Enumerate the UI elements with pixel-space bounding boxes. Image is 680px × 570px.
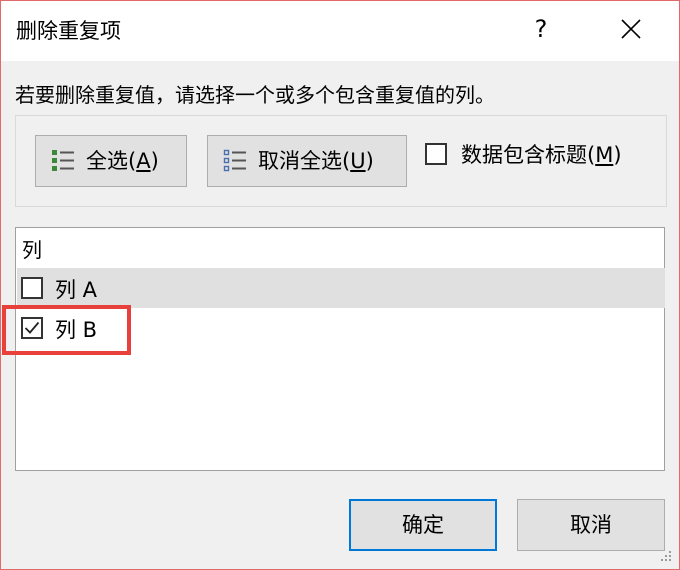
list-header: 列 <box>22 238 42 262</box>
annotation-highlight-box <box>2 305 131 355</box>
column-a-label: 列 A <box>55 278 98 302</box>
title-bar: 删除重复项 ? <box>1 1 679 61</box>
ok-button[interactable]: 确定 <box>349 499 497 551</box>
remove-duplicates-dialog: 删除重复项 ? 若要删除重复值，请选择一个或多个包含重复值的列。 全选(A) 取… <box>0 0 680 570</box>
help-button[interactable]: ? <box>521 7 561 51</box>
list-item-column-a[interactable]: 列 A <box>17 268 665 308</box>
close-button[interactable] <box>607 7 655 51</box>
select-all-icon <box>52 150 74 171</box>
instruction-text: 若要删除重复值，请选择一个或多个包含重复值的列。 <box>15 83 495 107</box>
select-all-label: 全选(A) <box>86 149 159 173</box>
cancel-button[interactable]: 取消 <box>517 499 665 551</box>
has-headers-checkbox-box[interactable] <box>425 143 447 165</box>
unselect-all-label: 取消全选(U) <box>258 149 374 173</box>
resize-grip-icon[interactable] <box>659 549 673 563</box>
select-all-button[interactable]: 全选(A) <box>35 135 187 187</box>
unselect-all-icon <box>223 149 246 172</box>
close-icon <box>621 19 641 39</box>
help-icon: ? <box>534 15 548 43</box>
has-headers-label: 数据包含标题(M) <box>461 143 622 167</box>
dialog-title: 删除重复项 <box>16 19 121 43</box>
column-a-checkbox[interactable] <box>21 277 43 299</box>
unselect-all-button[interactable]: 取消全选(U) <box>207 135 407 187</box>
